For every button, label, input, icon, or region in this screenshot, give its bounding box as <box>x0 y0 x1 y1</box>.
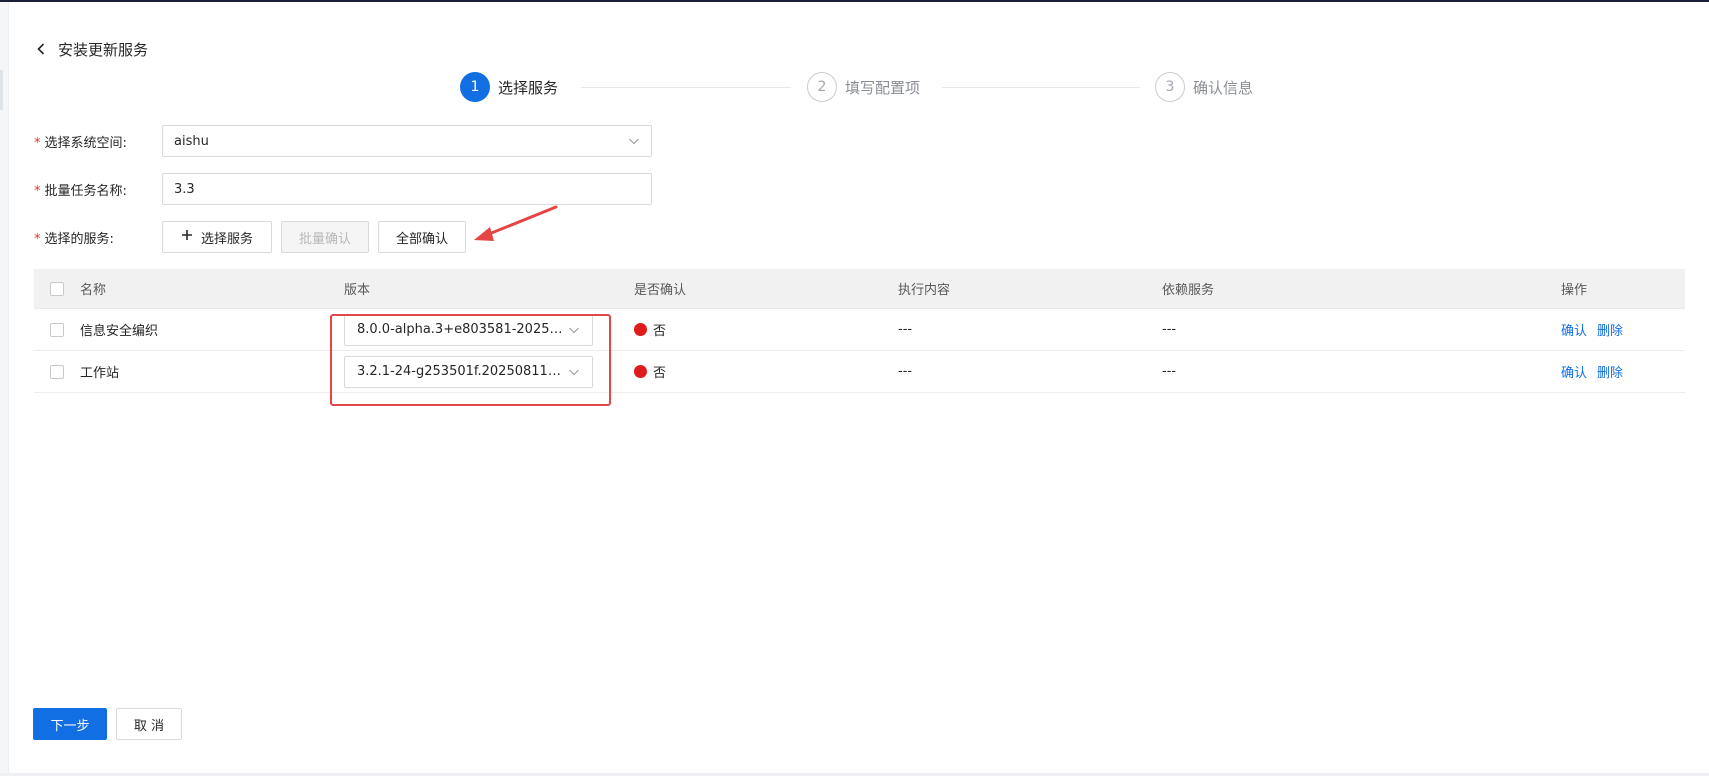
actions-cell: 确认 删除 <box>1561 309 1633 350</box>
step-1-number: 1 <box>460 72 490 102</box>
dependencies-value: --- <box>1162 322 1177 337</box>
status-dot-icon <box>634 365 647 378</box>
row-checkbox[interactable] <box>50 364 64 379</box>
version-select[interactable]: 8.0.0-alpha.3+e803581-202508... <box>344 313 593 346</box>
system-space-value: aishu <box>174 133 209 149</box>
required-mark: * <box>34 231 41 247</box>
content-value: --- <box>898 322 913 337</box>
table-row: 工作站 3.2.1-24-g253501f.2025081113... 否 --… <box>34 351 1685 393</box>
required-mark: * <box>34 183 41 199</box>
confirm-link[interactable]: 确认 <box>1561 362 1587 381</box>
version-value: 8.0.0-alpha.3+e803581-202508... <box>357 322 563 337</box>
task-name-input[interactable] <box>162 173 652 205</box>
footer-actions: 下一步 取 消 <box>33 708 182 740</box>
confirm-all-button[interactable]: 全部确认 <box>378 221 466 253</box>
chevron-left-icon[interactable] <box>34 42 48 56</box>
system-space-select[interactable]: aishu <box>162 125 652 157</box>
page-title: 安装更新服务 <box>58 40 149 59</box>
table-header: 名称 版本 是否确认 执行内容 依赖服务 操作 <box>34 269 1685 309</box>
system-space-row: * 选择系统空间: aishu <box>34 125 652 157</box>
chevron-down-icon <box>568 366 580 378</box>
column-dependencies: 依赖服务 <box>1162 283 1215 298</box>
version-cell: 8.0.0-alpha.3+e803581-202508... <box>344 309 593 350</box>
column-content: 执行内容 <box>898 283 951 298</box>
services-label: * 选择的服务: <box>34 231 114 247</box>
dependencies-value: --- <box>1162 364 1177 379</box>
left-rail <box>0 2 9 776</box>
status-dot-icon <box>634 323 647 336</box>
next-step-button[interactable]: 下一步 <box>33 708 107 740</box>
page-header: 安装更新服务 <box>34 38 148 60</box>
required-mark: * <box>34 135 41 151</box>
steps-bar: 1 选择服务 2 填写配置项 3 确认信息 <box>0 70 1709 104</box>
select-all-cell <box>50 269 64 308</box>
content-value: --- <box>898 364 913 379</box>
plus-icon <box>181 229 193 245</box>
version-value: 3.2.1-24-g253501f.2025081113... <box>357 364 563 379</box>
actions-cell: 确认 删除 <box>1561 351 1633 392</box>
task-name-row: * 批量任务名称: <box>34 173 652 205</box>
select-all-checkbox[interactable] <box>50 281 64 296</box>
system-space-label: * 选择系统空间: <box>34 135 127 151</box>
step-3-title: 确认信息 <box>1193 78 1254 97</box>
batch-confirm-button[interactable]: 批量确认 <box>281 221 369 253</box>
step-1: 1 选择服务 <box>460 70 558 104</box>
step-2: 2 填写配置项 <box>807 70 920 104</box>
delete-link[interactable]: 删除 <box>1597 320 1623 339</box>
annotation-arrow <box>474 205 558 241</box>
top-strip <box>0 0 1709 2</box>
version-select[interactable]: 3.2.1-24-g253501f.2025081113... <box>344 355 593 388</box>
step-1-title: 选择服务 <box>498 78 559 97</box>
step-3-number: 3 <box>1155 72 1185 102</box>
service-name: 工作站 <box>80 366 120 381</box>
chevron-down-icon <box>628 135 640 147</box>
confirmed-cell: 否 <box>634 351 666 392</box>
column-actions: 操作 <box>1561 283 1588 298</box>
column-name: 名称 <box>80 283 107 298</box>
services-row: * 选择的服务: 选择服务 批量确认 全部确认 <box>34 221 475 253</box>
step-2-title: 填写配置项 <box>845 78 921 97</box>
column-version: 版本 <box>344 283 371 298</box>
step-3: 3 确认信息 <box>1155 70 1253 104</box>
confirm-link[interactable]: 确认 <box>1561 320 1587 339</box>
column-confirmed: 是否确认 <box>634 283 687 298</box>
confirmed-status: 否 <box>653 366 667 381</box>
row-checkbox[interactable] <box>50 322 64 337</box>
table-row: 信息安全编织 8.0.0-alpha.3+e803581-202508... 否… <box>34 309 1685 351</box>
step-connector-1 <box>581 87 791 88</box>
cancel-button[interactable]: 取 消 <box>116 708 182 740</box>
version-cell: 3.2.1-24-g253501f.2025081113... <box>344 351 593 392</box>
services-table: 名称 版本 是否确认 执行内容 依赖服务 操作 信息安全编织 8.0.0-alp… <box>34 269 1685 393</box>
service-name: 信息安全编织 <box>80 324 159 339</box>
step-2-number: 2 <box>807 72 837 102</box>
chevron-down-icon <box>568 324 580 336</box>
step-connector-2 <box>942 87 1140 88</box>
confirmed-status: 否 <box>653 324 667 339</box>
row-checkbox-cell <box>50 309 64 350</box>
delete-link[interactable]: 删除 <box>1597 362 1623 381</box>
select-service-button[interactable]: 选择服务 <box>162 221 272 253</box>
task-name-label: * 批量任务名称: <box>34 183 127 199</box>
row-checkbox-cell <box>50 351 64 392</box>
confirmed-cell: 否 <box>634 309 666 350</box>
